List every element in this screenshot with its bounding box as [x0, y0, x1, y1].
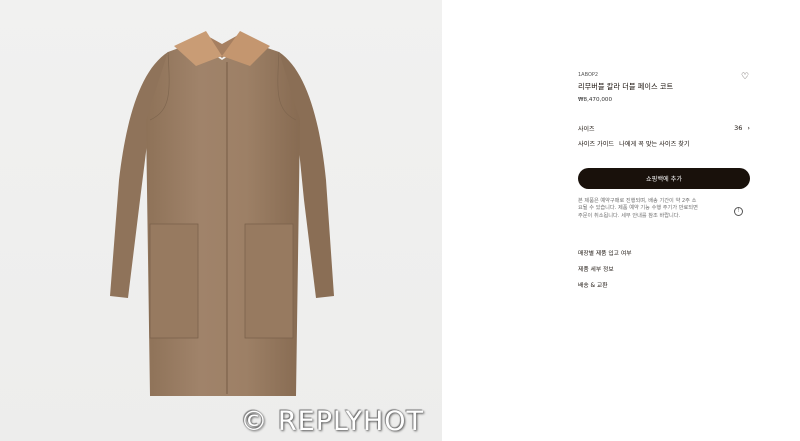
- product-info-pane: 1ABOP2 ♡ 리무버블 칼라 더블 페이스 코트 ₩8,470,000 사이…: [442, 0, 800, 441]
- size-guide-row: 사이즈 가이드 나에게 꼭 맞는 사이즈 찾기: [578, 139, 690, 148]
- size-value: 36: [734, 124, 743, 132]
- notice-line: 주문이 취소됩니다. 세부 안내를 참조 바랍니다.: [578, 212, 681, 219]
- product-image-pane: © REPLYHOT: [0, 0, 442, 441]
- watermark-text: © REPLYHOT: [240, 406, 424, 437]
- product-panel: 1ABOP2 ♡ 리무버블 칼라 더블 페이스 코트 ₩8,470,000 사이…: [578, 68, 750, 289]
- product-details-link[interactable]: 제품 세부 정보: [578, 264, 614, 273]
- notice-line: 요될 수 있습니다. 제품 예약 기능 수행 주기가 만료되면: [578, 205, 698, 212]
- chevron-right-icon: ›: [747, 124, 750, 132]
- product-title: 리무버블 칼라 더블 페이스 코트: [578, 82, 674, 91]
- info-icon[interactable]: !: [734, 207, 743, 216]
- product-price: ₩8,470,000: [578, 97, 612, 103]
- store-stock-link[interactable]: 매장별 제품 입고 여부: [578, 248, 632, 257]
- size-guide-link[interactable]: 사이즈 가이드: [578, 139, 614, 148]
- shipping-returns-link[interactable]: 배송 & 교환: [578, 280, 608, 289]
- product-sku: 1ABOP2: [578, 72, 599, 78]
- add-to-bag-button[interactable]: 쇼핑백에 추가: [578, 168, 750, 189]
- heart-icon[interactable]: ♡: [740, 72, 750, 82]
- size-value-group: 36 ›: [734, 124, 750, 132]
- size-selector[interactable]: 사이즈 36 ›: [578, 122, 750, 134]
- find-my-size-link[interactable]: 나에게 꼭 맞는 사이즈 찾기: [619, 139, 689, 148]
- size-label: 사이즈: [578, 125, 595, 133]
- product-header: 1ABOP2 ♡ 리무버블 칼라 더블 페이스 코트 ₩8,470,000: [578, 72, 750, 103]
- preorder-notice: 본 제품은 예약구매로 진행되며, 배송 기간이 약 2주 소 요될 수 있습니…: [578, 198, 728, 220]
- coat-product-image: [110, 31, 334, 396]
